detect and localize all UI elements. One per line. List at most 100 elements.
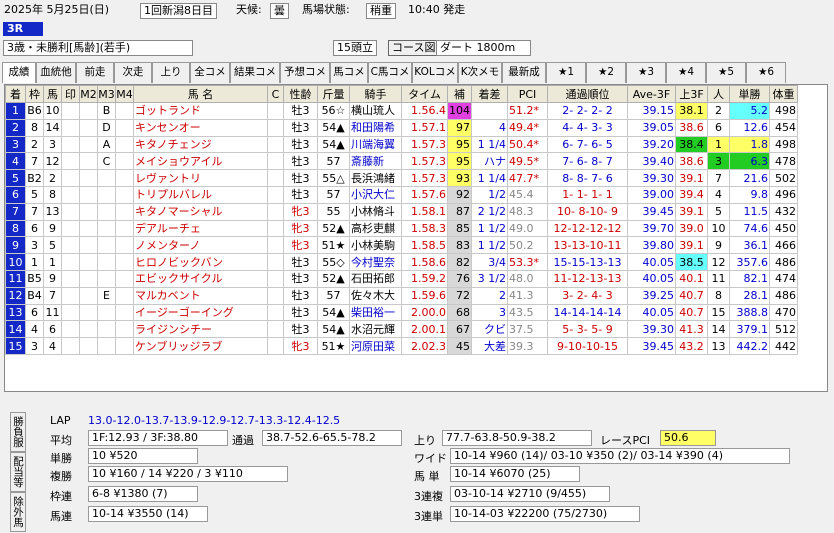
tab-16[interactable]: ★4 xyxy=(666,62,706,83)
cell-waku: B6 xyxy=(25,102,44,120)
cell-weight: 498 xyxy=(769,102,798,120)
col-header[interactable]: 人 xyxy=(707,85,730,103)
col-header[interactable]: 補 xyxy=(447,85,472,103)
cell-uma: 3 xyxy=(43,135,62,154)
tab-5[interactable]: 全コメ xyxy=(190,62,230,83)
avg-value: 1F:12.93 / 3F:38.80 xyxy=(88,430,228,446)
cell-pci: 49.5* xyxy=(507,152,548,171)
track-label: 馬場状態: xyxy=(302,3,350,16)
col-header[interactable]: Ave-3F xyxy=(627,85,676,103)
table-row[interactable]: 10 1 1 ヒロノビックバン 牡3 55◇ 今村聖奈 1.58.6 82 3/4 53.3* 15-… xyxy=(5,253,798,271)
tab-7[interactable]: 予想コメ xyxy=(280,62,330,83)
cell-m4 xyxy=(115,236,134,255)
col-header[interactable]: PCI xyxy=(507,85,548,103)
cell-jockey: 和田陽希 xyxy=(349,118,402,137)
table-row[interactable]: 15 3 4 ケンブリッジラブ 牝3 51★ 河原田菜 2.02.3 45 大差 39.3 9-10-… xyxy=(5,337,798,355)
side-tab-colors[interactable]: 勝負服 xyxy=(10,412,26,452)
tab-0[interactable]: 成績 xyxy=(2,62,36,83)
table-row[interactable]: 5 B2 2 レヴァントリ 牡3 55△ 長浜鴻緒 1.57.3 93 1 1/4 47.7* 8- … xyxy=(5,169,798,187)
cell-m3: A xyxy=(97,135,116,154)
cell-m3 xyxy=(97,320,116,339)
table-row[interactable]: 14 4 6 ライジンシチー 牡3 54▲ 水沼元輝 2.00.1 67 クビ 37.5 5- 3- … xyxy=(5,320,798,339)
col-header[interactable]: 体重 xyxy=(769,85,798,103)
col-header[interactable]: 単勝 xyxy=(729,85,770,103)
cell-c xyxy=(267,169,284,187)
col-header[interactable]: 性齢 xyxy=(283,85,318,103)
cell-time: 1.59.2 xyxy=(401,269,448,288)
col-header[interactable]: 通過順位 xyxy=(547,85,628,103)
tab-9[interactable]: C馬コメ xyxy=(368,62,412,83)
col-header[interactable]: 馬 xyxy=(43,85,62,103)
tab-8[interactable]: 馬コメ xyxy=(330,62,368,83)
cell-time: 1.58.1 xyxy=(401,202,448,221)
col-header[interactable]: 騎手 xyxy=(349,85,402,103)
tab-3[interactable]: 次走 xyxy=(114,62,152,83)
cell-uma: 5 xyxy=(43,236,62,255)
tab-12[interactable]: 最新成 xyxy=(502,62,546,83)
table-row[interactable]: 6 5 8 トリプルバレル 牡3 57 小沢大仁 1.57.6 92 1/2 45.4 1- 1- 1… xyxy=(5,185,798,204)
table-row[interactable]: 1 B6 10 B ゴットランド 牡3 56☆ 横山琉人 1.56.4 104 51.2* 2- 2-… xyxy=(5,102,798,120)
col-header[interactable]: M2 xyxy=(79,85,98,103)
cell-m3 xyxy=(97,169,116,187)
col-header[interactable]: 上3F xyxy=(675,85,708,103)
cell-pos: 2- 2- 2- 2 xyxy=(547,102,628,120)
cell-sex: 牡3 xyxy=(283,152,318,171)
table-row[interactable]: 11 B5 9 エビックサイクル 牡3 52▲ 石田拓郎 1.59.2 76 3 1/2 48.0 1… xyxy=(5,269,798,288)
col-header[interactable]: 馬 名 xyxy=(133,85,268,103)
table-row[interactable]: 8 6 9 デアルーチェ 牝3 52▲ 高杉吏麒 1.58.3 85 1 1/2 49.0 12-12… xyxy=(5,219,798,238)
table-row[interactable]: 13 6 11 イージーゴーイング 牡3 54▲ 柴田裕一 2.00.0 68 3 43.5 14-1… xyxy=(5,303,798,322)
cell-agari: 38.6 xyxy=(675,152,708,171)
tab-2[interactable]: 前走 xyxy=(76,62,114,83)
table-row[interactable]: 9 3 5 ノメンターノ 牝3 51★ 小林美駒 1.58.5 83 1 1/2 50.2 13-13… xyxy=(5,236,798,255)
cell-kin: 51★ xyxy=(317,236,350,255)
tab-13[interactable]: ★1 xyxy=(546,62,586,83)
course-map-button[interactable]: コース図 xyxy=(388,40,440,56)
weather-label: 天候: xyxy=(236,3,262,16)
tab-15[interactable]: ★3 xyxy=(626,62,666,83)
cell-ho: 104 xyxy=(447,102,472,120)
cell-ave: 39.20 xyxy=(627,135,676,154)
cell-c xyxy=(267,269,284,288)
tab-17[interactable]: ★5 xyxy=(706,62,746,83)
col-header[interactable]: 着 xyxy=(5,85,26,103)
col-header[interactable]: M4 xyxy=(115,85,134,103)
col-header[interactable]: C xyxy=(267,85,284,103)
table-row[interactable]: 7 7 13 キタノマーシャル 牝3 55 小林脩斗 1.58.1 87 2 1/2 48.3 10-… xyxy=(5,202,798,221)
col-header[interactable]: タイム xyxy=(401,85,448,103)
cell-nin: 13 xyxy=(707,337,730,355)
start-time: 10:40 発走 xyxy=(408,3,466,16)
tab-4[interactable]: 上り xyxy=(152,62,190,83)
cell-time: 1.58.6 xyxy=(401,253,448,271)
table-row[interactable]: 3 2 3 A キタノチェンジ 牡3 54▲ 川端海翼 1.57.3 95 1 1/4 50.4* 6-… xyxy=(5,135,798,154)
cell-in xyxy=(61,236,80,255)
cell-name: キタノチェンジ xyxy=(133,135,268,154)
side-tab-scratched[interactable]: 除外馬 xyxy=(10,492,26,532)
pass-value: 38.7-52.6-65.5-78.2 xyxy=(262,430,402,446)
cell-chaku: 4 xyxy=(5,152,26,171)
cell-name: ノメンターノ xyxy=(133,236,268,255)
tab-11[interactable]: K次メモ xyxy=(458,62,502,83)
col-header[interactable]: 斤量 xyxy=(317,85,350,103)
cell-ave: 40.05 xyxy=(627,253,676,271)
tab-1[interactable]: 血統他 xyxy=(36,62,76,83)
table-row[interactable]: 4 7 12 C メイショウアイル 牡3 57 斎藤新 1.57.3 95 ハナ 49.5* 7- 6-… xyxy=(5,152,798,171)
tab-10[interactable]: KOLコメ xyxy=(412,62,458,83)
tab-18[interactable]: ★6 xyxy=(746,62,786,83)
cell-sex: 牝3 xyxy=(283,219,318,238)
cell-odds: 388.8 xyxy=(729,303,770,322)
runners-count: 15頭立 xyxy=(333,40,377,56)
cell-m2 xyxy=(79,269,98,288)
col-header[interactable]: 印 xyxy=(61,85,80,103)
col-header[interactable]: 着差 xyxy=(471,85,508,103)
cell-m2 xyxy=(79,320,98,339)
cell-m2 xyxy=(79,135,98,154)
col-header[interactable]: M3 xyxy=(97,85,116,103)
tab-14[interactable]: ★2 xyxy=(586,62,626,83)
table-row[interactable]: 12 B4 7 E マルカベント 牡3 57 佐々木大 1.59.6 72 2 41.3 3- 2- 4… xyxy=(5,286,798,305)
cell-ho: 92 xyxy=(447,185,472,204)
side-tab-payouts[interactable]: 配当等 xyxy=(10,452,26,492)
cell-sex: 牡3 xyxy=(283,169,318,187)
tab-6[interactable]: 結果コメ xyxy=(230,62,280,83)
table-row[interactable]: 2 8 14 D キンセンオー 牡3 54▲ 和田陽希 1.57.1 97 4 49.4* 4- 4- … xyxy=(5,118,798,137)
col-header[interactable]: 枠 xyxy=(25,85,44,103)
